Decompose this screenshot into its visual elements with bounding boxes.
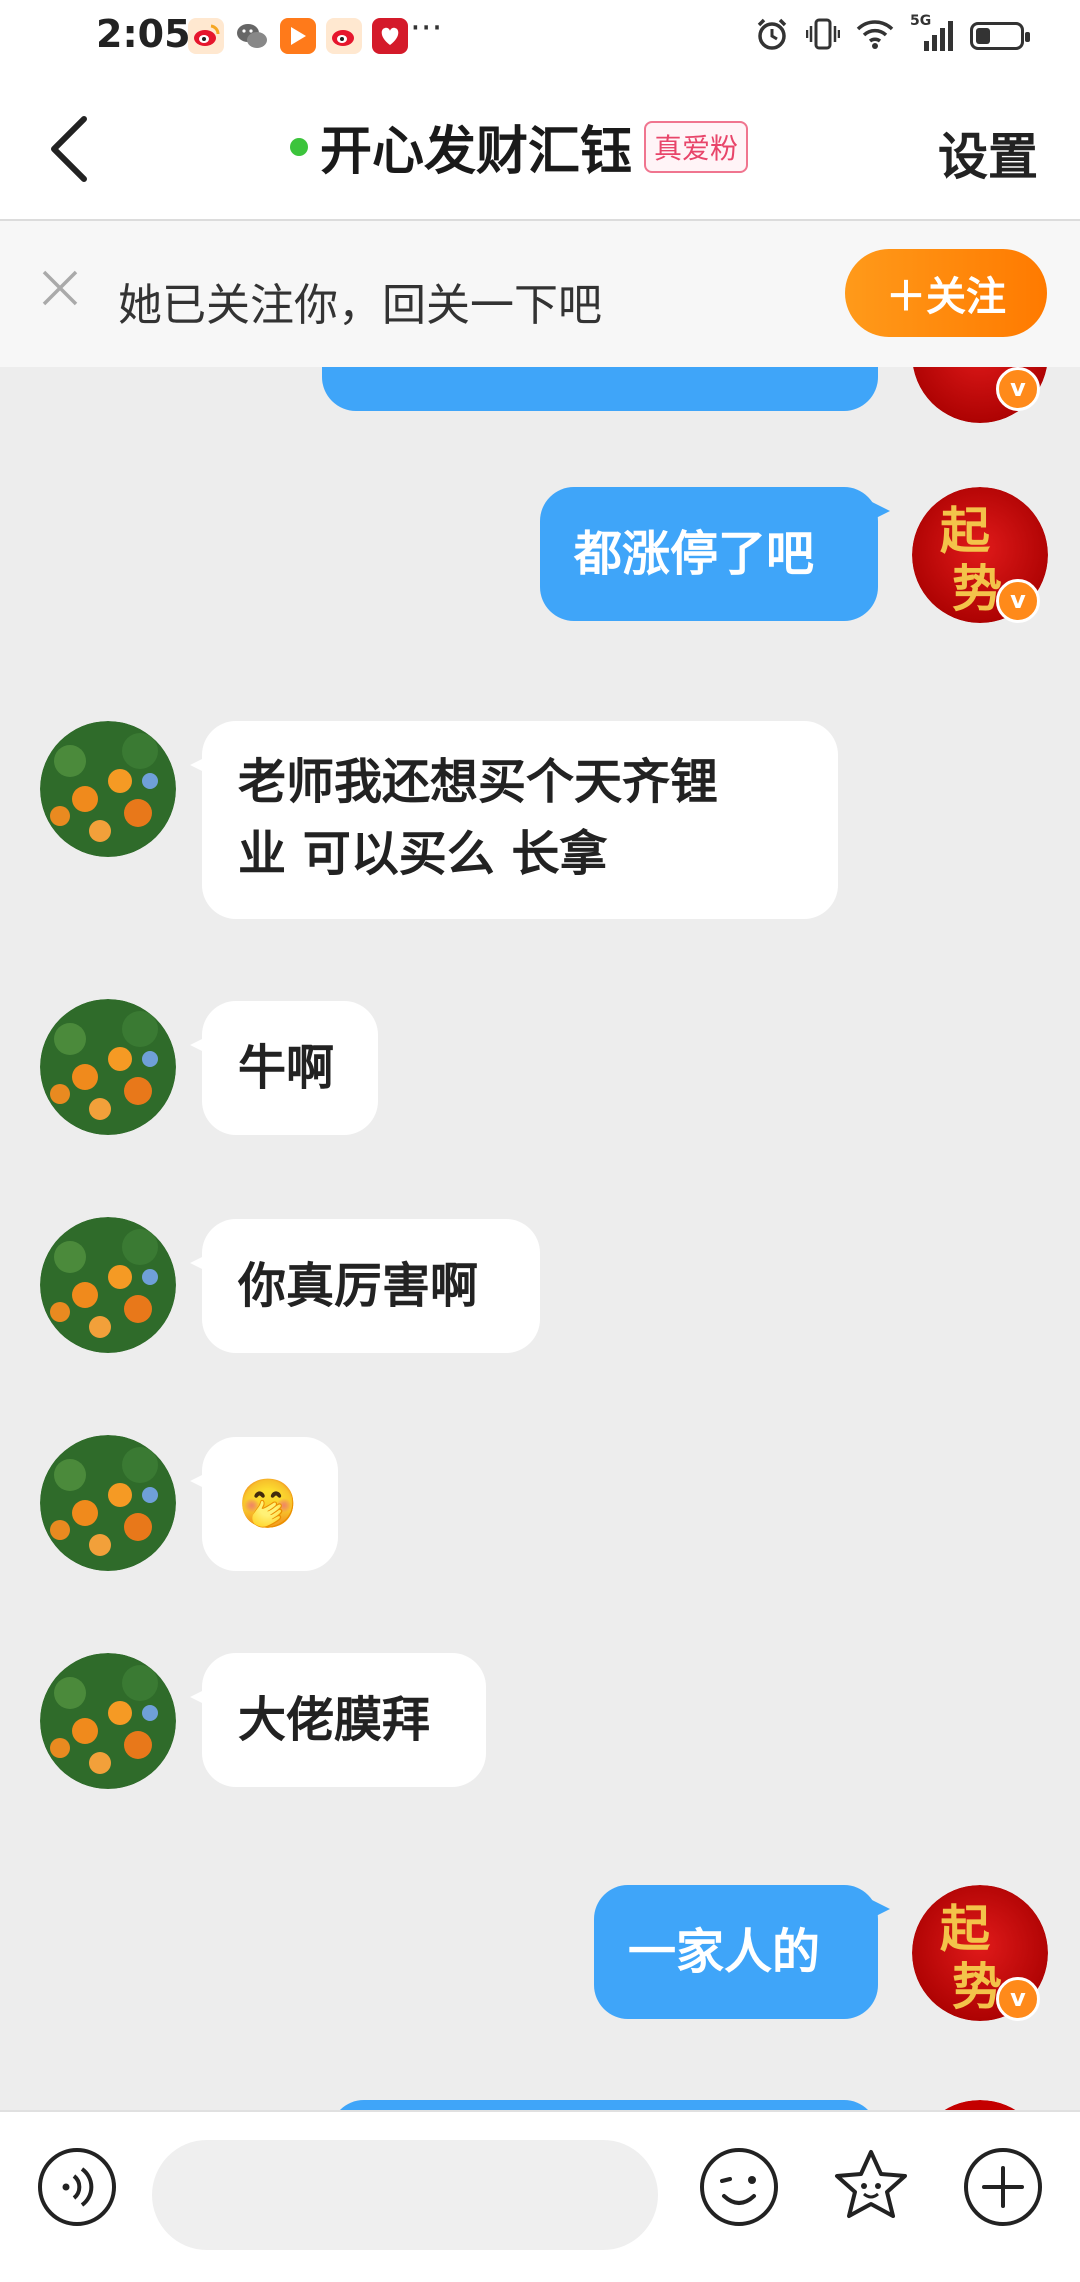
plus-icon xyxy=(964,2148,1042,2226)
settings-button[interactable]: 设置 xyxy=(938,117,1038,189)
message-bubble[interactable] xyxy=(330,2100,878,2110)
follow-back-banner: 她已关注你，回关一下吧 ＋关注 xyxy=(0,221,1080,367)
composer-bar xyxy=(0,2110,1080,2282)
wechat-icon xyxy=(234,18,270,54)
wifi-icon xyxy=(856,18,894,54)
status-time: 2:05 xyxy=(96,12,191,56)
chat-title-group[interactable]: 开心发财汇钰 真爱粉 xyxy=(290,109,749,184)
message-bubble[interactable]: 牛啊 xyxy=(190,1001,378,1135)
status-bar: 2:05 ··· 5G xyxy=(0,0,1080,75)
avatar-glyph: 势 xyxy=(952,1957,1002,2016)
hand-over-mouth-emoji: 🤭 xyxy=(238,1476,298,1532)
message-bubble[interactable]: 大佬膜拜 xyxy=(190,1653,486,1787)
voice-button[interactable] xyxy=(36,2146,118,2228)
more-button[interactable] xyxy=(962,2146,1044,2228)
red-app-icon xyxy=(372,18,408,54)
message-text: 业 可以买么 长拿 xyxy=(238,826,608,882)
message-bubble[interactable]: 都涨停了吧 xyxy=(540,487,890,621)
online-status-dot xyxy=(290,137,308,156)
emoji-button[interactable] xyxy=(698,2146,780,2228)
notification-icons xyxy=(188,18,408,54)
message-text: 牛啊 xyxy=(238,1040,335,1096)
chat-header: 开心发财汇钰 真爱粉 设置 xyxy=(0,75,1080,221)
avatar-glyph: 势 xyxy=(952,559,1002,618)
message-text: 一家人的 xyxy=(628,1924,821,1980)
contact-avatar[interactable] xyxy=(40,1217,176,1353)
sticker-button[interactable] xyxy=(830,2146,912,2228)
alarm-icon xyxy=(754,16,790,56)
close-icon xyxy=(42,270,78,306)
follow-back-text: 她已关注你，回关一下吧 xyxy=(118,280,602,331)
verified-badge: v xyxy=(996,367,1040,411)
close-banner-button[interactable] xyxy=(38,266,82,310)
follow-button[interactable]: ＋关注 xyxy=(845,249,1047,337)
message-bubble[interactable] xyxy=(322,367,878,411)
contact-avatar[interactable] xyxy=(40,721,176,857)
back-button[interactable] xyxy=(40,109,100,189)
contact-avatar[interactable] xyxy=(40,1653,176,1789)
message-text: 你真厉害啊 xyxy=(238,1258,479,1314)
fan-badge: 真爱粉 xyxy=(644,120,749,173)
status-overflow: ··· xyxy=(410,8,443,48)
contact-avatar[interactable] xyxy=(40,1435,176,1571)
signal-icon: 5G xyxy=(910,13,954,53)
message-bubble[interactable]: 🤭 xyxy=(190,1437,338,1571)
message-bubble[interactable]: 老师我还想买个天齐锂 业 可以买么 长拿 xyxy=(190,721,838,919)
message-input[interactable] xyxy=(152,2140,658,2250)
message-bubble[interactable]: 你真厉害啊 xyxy=(190,1219,540,1353)
voice-icon xyxy=(38,2148,116,2226)
verified-badge: v xyxy=(996,579,1040,623)
sticker-icon xyxy=(835,2150,907,2218)
network-type: 5G xyxy=(910,13,932,29)
video-app-icon xyxy=(280,18,316,54)
battery-icon xyxy=(970,22,1030,50)
verified-badge: v xyxy=(996,1977,1040,2021)
system-indicators: 5G xyxy=(754,13,1030,56)
my-avatar[interactable] xyxy=(912,2100,1048,2110)
weibo-icon xyxy=(188,18,224,54)
message-bubble[interactable]: 一家人的 xyxy=(594,1885,890,2019)
message-text: 大佬膜拜 xyxy=(238,1692,431,1748)
message-list[interactable]: v 都涨停了吧 起 势 v 老师我还想买个天齐锂 业 可以买么 长拿 牛啊 你真… xyxy=(0,367,1080,2110)
contact-avatar[interactable] xyxy=(40,999,176,1135)
vibrate-icon xyxy=(805,16,841,56)
message-text: 老师我还想买个天齐锂 xyxy=(238,754,719,810)
chat-title: 开心发财汇钰 xyxy=(320,122,633,182)
chevron-left-icon xyxy=(51,116,87,182)
message-text: 都涨停了吧 xyxy=(574,526,815,582)
weibo-icon xyxy=(326,18,362,54)
emoji-face-icon xyxy=(700,2148,778,2226)
